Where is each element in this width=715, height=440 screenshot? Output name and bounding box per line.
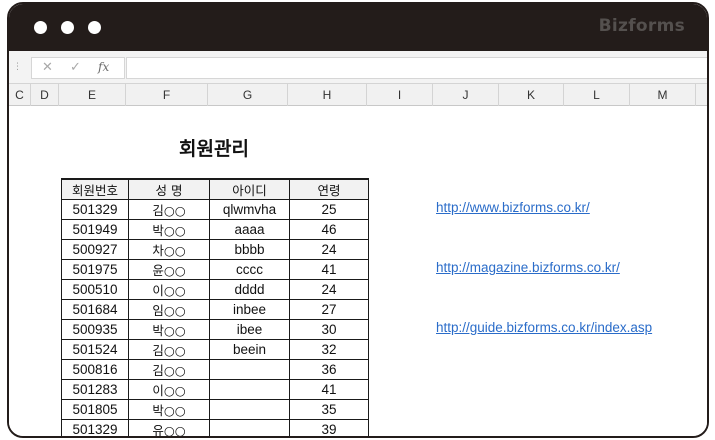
- cell-user-id[interactable]: [209, 359, 290, 380]
- cell-member-no[interactable]: 500816: [61, 359, 129, 380]
- cell-age[interactable]: 39: [289, 419, 369, 436]
- column-header-c[interactable]: C: [9, 84, 31, 106]
- column-header-m[interactable]: M: [630, 84, 696, 106]
- cancel-icon[interactable]: ✕: [42, 60, 53, 75]
- cell-member-no[interactable]: 500935: [61, 319, 129, 340]
- table-row: 501283 이○○ 41: [61, 379, 369, 400]
- cell-name[interactable]: 박○○: [128, 219, 210, 240]
- header-age[interactable]: 연령: [289, 178, 369, 200]
- column-header-k[interactable]: K: [499, 84, 564, 106]
- cell-name[interactable]: 김○○: [128, 359, 210, 380]
- cell-age[interactable]: 36: [289, 359, 369, 380]
- formula-bar: ⋮ ✕ ✓ fx: [9, 51, 707, 84]
- window-control-dot-1[interactable]: [34, 21, 47, 34]
- table-row: 500927 차○○ bbbb 24: [61, 239, 369, 260]
- cell-age[interactable]: 24: [289, 279, 369, 300]
- cell-user-id[interactable]: [209, 399, 290, 420]
- cell-user-id[interactable]: [209, 419, 290, 436]
- link-bizforms-home[interactable]: http://www.bizforms.co.kr/: [436, 200, 590, 215]
- cell-member-no[interactable]: 501684: [61, 299, 129, 320]
- column-header-l[interactable]: L: [564, 84, 630, 106]
- column-header-e[interactable]: E: [59, 84, 126, 106]
- sheet-title: 회원관리: [179, 138, 249, 160]
- cell-name[interactable]: 이○○: [128, 279, 210, 300]
- column-header-i[interactable]: I: [367, 84, 433, 106]
- table-row: 500935 박○○ ibee 30: [61, 319, 369, 340]
- cell-age[interactable]: 41: [289, 259, 369, 280]
- column-header-f[interactable]: F: [126, 84, 208, 106]
- cell-name[interactable]: 김○○: [128, 339, 210, 360]
- cell-user-id[interactable]: inbee: [209, 299, 290, 320]
- table-row: 501329 유○○ 39: [61, 419, 369, 436]
- table-header-row: 회원번호 성 명 아이디 연령: [61, 178, 369, 200]
- cell-member-no[interactable]: 500927: [61, 239, 129, 260]
- window-control-dot-3[interactable]: [88, 21, 101, 34]
- cell-user-id[interactable]: beein: [209, 339, 290, 360]
- cell-age[interactable]: 41: [289, 379, 369, 400]
- table-row: 501329 김○○ qlwmvha 25: [61, 199, 369, 220]
- cell-age[interactable]: 25: [289, 199, 369, 220]
- table-row: 501949 박○○ aaaa 46: [61, 219, 369, 240]
- cell-age[interactable]: 35: [289, 399, 369, 420]
- table-row: 501805 박○○ 35: [61, 399, 369, 420]
- cell-member-no[interactable]: 501949: [61, 219, 129, 240]
- cell-name[interactable]: 윤○○: [128, 259, 210, 280]
- formula-controls: ✕ ✓ fx: [31, 57, 125, 79]
- cell-user-id[interactable]: aaaa: [209, 219, 290, 240]
- cell-user-id[interactable]: cccc: [209, 259, 290, 280]
- cell-age[interactable]: 24: [289, 239, 369, 260]
- cell-member-no[interactable]: 500510: [61, 279, 129, 300]
- cell-member-no[interactable]: 501524: [61, 339, 129, 360]
- worksheet[interactable]: 회원관리 회원번호 성 명 아이디 연령 501329 김○○ qlwmvha 25 5…: [9, 107, 707, 436]
- cell-user-id[interactable]: qlwmvha: [209, 199, 290, 220]
- enter-icon[interactable]: ✓: [70, 60, 81, 75]
- cell-user-id[interactable]: dddd: [209, 279, 290, 300]
- cell-user-id[interactable]: bbbb: [209, 239, 290, 260]
- column-header-j[interactable]: J: [433, 84, 499, 106]
- cell-name[interactable]: 이○○: [128, 379, 210, 400]
- cell-age[interactable]: 27: [289, 299, 369, 320]
- cell-member-no[interactable]: 501975: [61, 259, 129, 280]
- grip-icon: ⋮: [13, 62, 22, 72]
- window-control-dot-2[interactable]: [61, 21, 74, 34]
- member-table: 회원번호 성 명 아이디 연령 501329 김○○ qlwmvha 25 501949…: [61, 178, 369, 436]
- header-user-id[interactable]: 아이디: [209, 178, 290, 200]
- table-row: 501684 임○○ inbee 27: [61, 299, 369, 320]
- link-bizforms-guide[interactable]: http://guide.bizforms.co.kr/index.asp: [436, 320, 652, 335]
- table-row: 500510 이○○ dddd 24: [61, 279, 369, 300]
- header-name[interactable]: 성 명: [128, 178, 210, 200]
- formula-input[interactable]: [126, 57, 707, 79]
- cell-member-no[interactable]: 501283: [61, 379, 129, 400]
- cell-name[interactable]: 김○○: [128, 199, 210, 220]
- cell-age[interactable]: 30: [289, 319, 369, 340]
- cell-name[interactable]: 유○○: [128, 419, 210, 436]
- column-headers: C D E F G H I J K L M: [9, 84, 707, 106]
- cell-member-no[interactable]: 501329: [61, 419, 129, 436]
- table-row: 500816 김○○ 36: [61, 359, 369, 380]
- cell-member-no[interactable]: 501329: [61, 199, 129, 220]
- insert-function-icon[interactable]: fx: [98, 60, 109, 74]
- cell-name[interactable]: 박○○: [128, 319, 210, 340]
- link-bizforms-magazine[interactable]: http://magazine.bizforms.co.kr/: [436, 260, 620, 275]
- cell-user-id[interactable]: ibee: [209, 319, 290, 340]
- title-bar: Bizforms: [9, 4, 707, 51]
- cell-member-no[interactable]: 501805: [61, 399, 129, 420]
- column-header-g[interactable]: G: [208, 84, 288, 106]
- window-frame: Bizforms ⋮ ✕ ✓ fx C D E F G H I J K L M …: [7, 2, 709, 438]
- cell-name[interactable]: 박○○: [128, 399, 210, 420]
- column-header-d[interactable]: D: [31, 84, 59, 106]
- cell-age[interactable]: 46: [289, 219, 369, 240]
- column-header-h[interactable]: H: [288, 84, 367, 106]
- table-row: 501524 김○○ beein 32: [61, 339, 369, 360]
- brand-logo: Bizforms: [598, 16, 685, 36]
- header-member-no[interactable]: 회원번호: [61, 178, 129, 200]
- cell-age[interactable]: 32: [289, 339, 369, 360]
- cell-name[interactable]: 임○○: [128, 299, 210, 320]
- cell-name[interactable]: 차○○: [128, 239, 210, 260]
- cell-user-id[interactable]: [209, 379, 290, 400]
- table-row: 501975 윤○○ cccc 41: [61, 259, 369, 280]
